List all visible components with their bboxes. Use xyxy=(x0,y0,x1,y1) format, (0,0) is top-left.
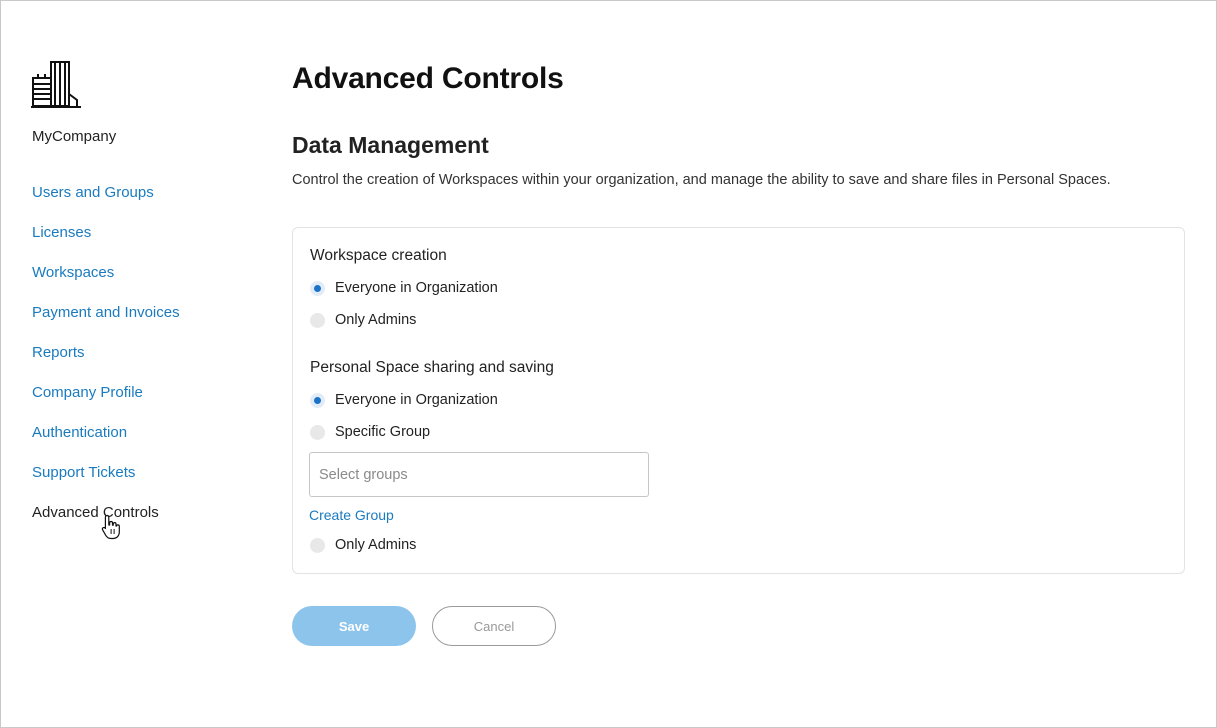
radio-button[interactable] xyxy=(310,312,325,328)
radio-button-checked[interactable] xyxy=(310,280,325,296)
radio-label: Only Admins xyxy=(335,537,417,553)
sidebar-item-authentication[interactable]: Authentication xyxy=(32,423,180,463)
settings-card: Workspace creation Everyone in Organizat… xyxy=(292,227,1185,574)
radio-label: Everyone in Organization xyxy=(335,392,498,408)
section-description: Control the creation of Workspaces withi… xyxy=(292,172,1111,188)
workspace-only-admins-option[interactable]: Only Admins xyxy=(310,310,416,330)
hand-pointer-cursor-icon xyxy=(101,514,121,540)
radio-button[interactable] xyxy=(310,424,325,440)
sidebar-item-reports[interactable]: Reports xyxy=(32,343,180,383)
radio-button-checked[interactable] xyxy=(310,392,325,408)
personal-space-label: Personal Space sharing and saving xyxy=(310,359,554,376)
section-title: Data Management xyxy=(292,132,489,158)
workspace-everyone-option[interactable]: Everyone in Organization xyxy=(310,278,498,298)
company-name: MyCompany xyxy=(32,128,117,145)
radio-label: Everyone in Organization xyxy=(335,280,498,296)
personal-specific-group-option[interactable]: Specific Group xyxy=(310,422,430,442)
sidebar-item-users-and-groups[interactable]: Users and Groups xyxy=(32,183,180,223)
sidebar-item-support-tickets[interactable]: Support Tickets xyxy=(32,463,180,503)
sidebar-item-company-profile[interactable]: Company Profile xyxy=(32,383,180,423)
radio-label: Only Admins xyxy=(335,312,417,328)
sidebar-item-workspaces[interactable]: Workspaces xyxy=(32,263,180,303)
personal-everyone-option[interactable]: Everyone in Organization xyxy=(310,390,498,410)
personal-only-admins-option[interactable]: Only Admins xyxy=(310,535,416,555)
page-title: Advanced Controls xyxy=(292,62,564,95)
radio-button[interactable] xyxy=(310,537,325,553)
create-group-link[interactable]: Create Group xyxy=(309,507,394,523)
radio-label: Specific Group xyxy=(335,424,431,440)
office-building-icon xyxy=(31,60,81,110)
workspace-creation-label: Workspace creation xyxy=(310,247,447,264)
sidebar-item-licenses[interactable]: Licenses xyxy=(32,223,180,263)
sidebar-nav: Users and Groups Licenses Workspaces Pay… xyxy=(32,183,180,543)
save-button[interactable]: Save xyxy=(292,606,416,646)
cancel-button[interactable]: Cancel xyxy=(432,606,556,646)
sidebar-item-payment-and-invoices[interactable]: Payment and Invoices xyxy=(32,303,180,343)
select-groups-input[interactable] xyxy=(309,452,649,497)
